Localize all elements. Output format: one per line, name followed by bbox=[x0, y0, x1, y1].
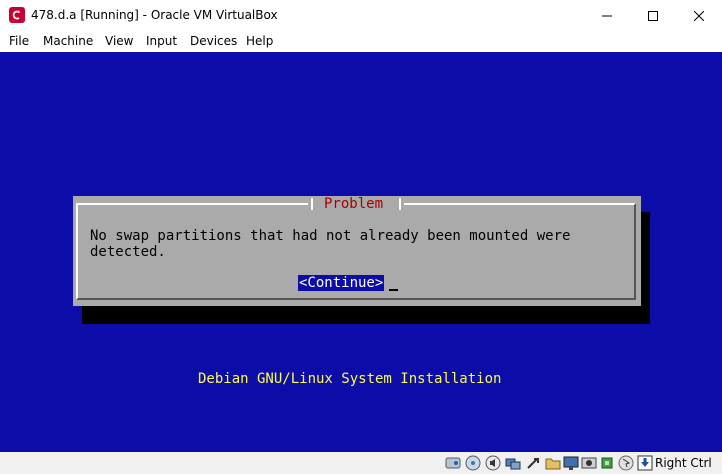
display-icon[interactable] bbox=[563, 455, 579, 471]
close-icon bbox=[694, 10, 704, 21]
debian-swirl-icon bbox=[9, 7, 25, 23]
network-icon[interactable] bbox=[505, 455, 521, 471]
host-key-label: Right Ctrl bbox=[655, 456, 712, 470]
close-button[interactable] bbox=[676, 0, 722, 31]
minimize-icon bbox=[602, 15, 612, 16]
audio-icon[interactable] bbox=[485, 455, 501, 471]
menu-devices[interactable]: Devices bbox=[190, 34, 237, 48]
maximize-icon bbox=[648, 10, 658, 21]
menu-help[interactable]: Help bbox=[246, 34, 273, 48]
minimize-button[interactable] bbox=[584, 0, 630, 31]
continue-button[interactable]: <Continue> bbox=[298, 275, 385, 291]
hard-disk-icon[interactable] bbox=[445, 455, 461, 471]
menu-machine[interactable]: Machine bbox=[43, 34, 93, 48]
text-cursor bbox=[389, 289, 398, 291]
usb-icon[interactable] bbox=[525, 455, 541, 471]
title-right-tick bbox=[399, 198, 401, 210]
maximize-button[interactable] bbox=[630, 0, 676, 31]
optical-drive-icon[interactable] bbox=[465, 455, 481, 471]
menu-bar: File Machine View Input Devices Help bbox=[0, 31, 722, 52]
status-bar: Right Ctrl bbox=[0, 452, 722, 474]
installer-footer: Debian GNU/Linux System Installation bbox=[198, 371, 502, 387]
menu-input[interactable]: Input bbox=[146, 34, 177, 48]
video-capture-icon[interactable] bbox=[581, 455, 597, 471]
cpu-icon[interactable] bbox=[599, 455, 615, 471]
host-key-arrow-icon bbox=[637, 455, 653, 471]
dialog-title: Problem bbox=[324, 196, 384, 212]
menu-view[interactable]: View bbox=[105, 34, 133, 48]
title-bar: 478.d.a [Running] - Oracle VM VirtualBox bbox=[0, 0, 722, 31]
dialog-message: No swap partitions that had not already … bbox=[90, 228, 571, 260]
vm-display[interactable]: Problem No swap partitions that had not … bbox=[0, 52, 722, 452]
shared-folders-icon[interactable] bbox=[545, 455, 561, 471]
mouse-integration-icon[interactable] bbox=[618, 455, 634, 471]
title-left-tick bbox=[311, 198, 313, 210]
problem-dialog: Problem No swap partitions that had not … bbox=[73, 196, 641, 306]
menu-file[interactable]: File bbox=[9, 34, 29, 48]
window-title: 478.d.a [Running] - Oracle VM VirtualBox bbox=[31, 8, 278, 22]
